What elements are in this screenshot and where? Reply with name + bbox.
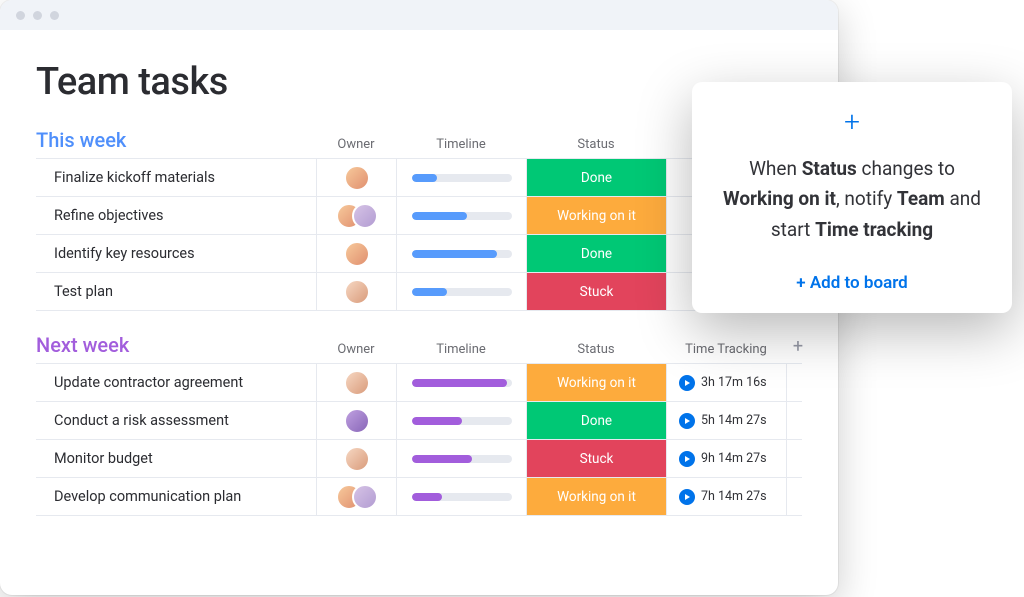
table-row[interactable]: Update contractor agreement Working on it… (36, 364, 802, 402)
status-cell[interactable]: Working on it (526, 364, 666, 401)
timeline-cell[interactable] (396, 197, 526, 234)
play-icon[interactable] (679, 375, 695, 391)
table-row[interactable]: Refine objectives Working on it (36, 197, 802, 235)
avatar[interactable] (344, 279, 370, 305)
row-end-cell (786, 402, 810, 439)
column-header-owner[interactable]: Owner (316, 342, 396, 357)
time-tracking-cell[interactable]: 5h 14m 27s (666, 402, 786, 439)
window-titlebar (0, 0, 838, 30)
window-control-dot (33, 11, 42, 20)
avatar[interactable] (344, 165, 370, 191)
time-tracking-cell[interactable]: 3h 17m 16s (666, 364, 786, 401)
table-row[interactable]: Finalize kickoff materials Done (36, 159, 802, 197)
task-name-cell[interactable]: Refine objectives (36, 197, 316, 234)
table-row[interactable]: Monitor budget Stuck 9h 14m 27s (36, 440, 802, 478)
owner-cell[interactable] (316, 197, 396, 234)
group-title[interactable]: Next week (36, 333, 316, 357)
avatar[interactable] (344, 408, 370, 434)
group-next-week: Next week Owner Timeline Status Time Tra… (36, 333, 802, 516)
task-name-cell[interactable]: Conduct a risk assessment (36, 402, 316, 439)
column-header-time-tracking[interactable]: Time Tracking (666, 342, 786, 357)
owner-cell[interactable] (316, 159, 396, 196)
time-tracking-value: 5h 14m 27s (701, 413, 767, 428)
owner-cell[interactable] (316, 273, 396, 310)
avatar[interactable] (344, 370, 370, 396)
window-control-dot (16, 11, 25, 20)
owner-cell[interactable] (316, 364, 396, 401)
task-name-cell[interactable]: Identify key resources (36, 235, 316, 272)
group-header-row: This week Owner Timeline Status (36, 128, 802, 158)
timeline-cell[interactable] (396, 440, 526, 477)
avatar[interactable] (352, 484, 378, 510)
automation-card: + When Status changes to Working on it, … (692, 82, 1012, 313)
timeline-cell[interactable] (396, 159, 526, 196)
table-row[interactable]: Test plan Stuck (36, 273, 802, 311)
timeline-cell[interactable] (396, 235, 526, 272)
time-tracking-cell[interactable]: 9h 14m 27s (666, 440, 786, 477)
timeline-cell[interactable] (396, 364, 526, 401)
row-end-cell (786, 478, 810, 515)
add-to-board-button[interactable]: + Add to board (718, 273, 986, 293)
timeline-cell[interactable] (396, 273, 526, 310)
owner-cell[interactable] (316, 440, 396, 477)
status-cell[interactable]: Done (526, 402, 666, 439)
owner-cell[interactable] (316, 235, 396, 272)
avatar[interactable] (344, 446, 370, 472)
column-header-owner[interactable]: Owner (316, 137, 396, 152)
group-header-row: Next week Owner Timeline Status Time Tra… (36, 333, 802, 363)
task-name-cell[interactable]: Update contractor agreement (36, 364, 316, 401)
status-cell[interactable]: Working on it (526, 197, 666, 234)
timeline-cell[interactable] (396, 478, 526, 515)
automation-recipe-text: When Status changes to Working on it, no… (718, 154, 986, 245)
time-tracking-value: 3h 17m 16s (701, 375, 767, 390)
play-icon[interactable] (679, 489, 695, 505)
column-header-timeline[interactable]: Timeline (396, 137, 526, 152)
column-header-status[interactable]: Status (526, 342, 666, 357)
task-grid: Finalize kickoff materials Done Refine ob… (36, 158, 802, 311)
task-name-cell[interactable]: Develop communication plan (36, 478, 316, 515)
timeline-cell[interactable] (396, 402, 526, 439)
page-title: Team tasks (36, 60, 802, 104)
owner-cell[interactable] (316, 402, 396, 439)
time-tracking-value: 9h 14m 27s (701, 451, 767, 466)
play-icon[interactable] (679, 451, 695, 467)
task-name-cell[interactable]: Finalize kickoff materials (36, 159, 316, 196)
group-title[interactable]: This week (36, 128, 316, 152)
column-header-timeline[interactable]: Timeline (396, 342, 526, 357)
row-end-cell (786, 440, 810, 477)
play-icon[interactable] (679, 413, 695, 429)
owner-cell[interactable] (316, 478, 396, 515)
window-control-dot (50, 11, 59, 20)
status-cell[interactable]: Done (526, 159, 666, 196)
time-tracking-cell[interactable]: 7h 14m 27s (666, 478, 786, 515)
task-grid: Update contractor agreement Working on it… (36, 363, 802, 516)
row-end-cell (786, 364, 810, 401)
avatar[interactable] (344, 241, 370, 267)
status-cell[interactable]: Working on it (526, 478, 666, 515)
table-row[interactable]: Develop communication plan Working on it 7… (36, 478, 802, 516)
status-cell[interactable]: Stuck (526, 273, 666, 310)
table-row[interactable]: Identify key resources Done (36, 235, 802, 273)
task-name-cell[interactable]: Monitor budget (36, 440, 316, 477)
status-cell[interactable]: Done (526, 235, 666, 272)
add-column-button[interactable]: + (786, 336, 810, 357)
plus-icon: + (718, 108, 986, 136)
task-name-cell[interactable]: Test plan (36, 273, 316, 310)
time-tracking-value: 7h 14m 27s (701, 489, 767, 504)
status-cell[interactable]: Stuck (526, 440, 666, 477)
table-row[interactable]: Conduct a risk assessment Done 5h 14m 27s (36, 402, 802, 440)
group-this-week: This week Owner Timeline Status Finalize… (36, 128, 802, 311)
avatar[interactable] (352, 203, 378, 229)
column-header-status[interactable]: Status (526, 137, 666, 152)
